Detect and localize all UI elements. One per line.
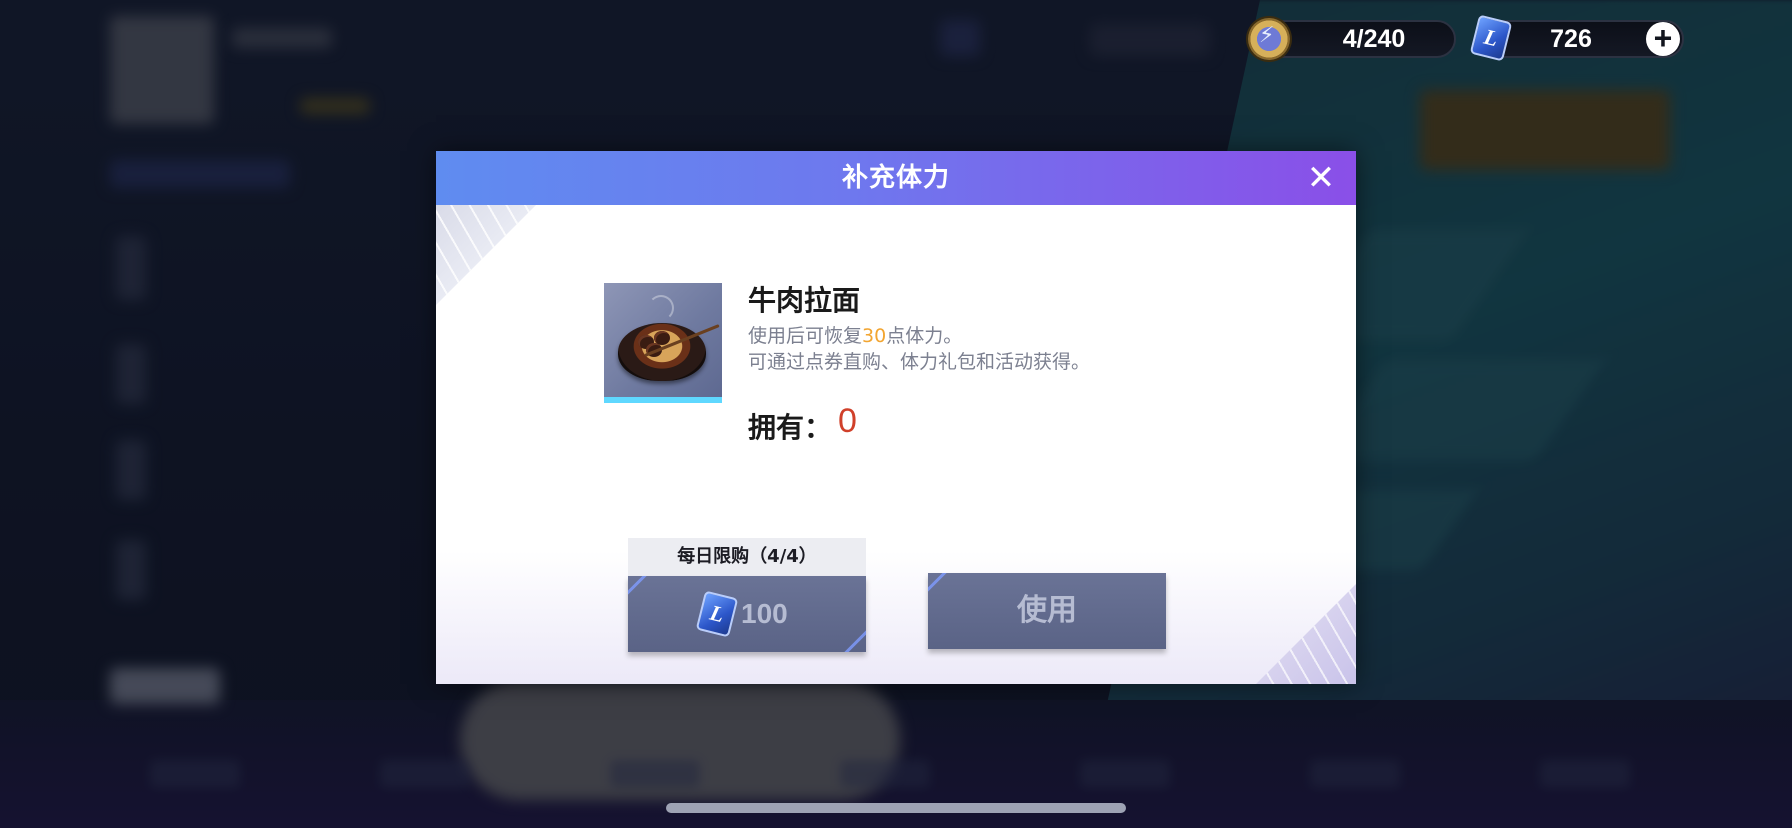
use-button-label: 使用 — [1017, 593, 1077, 628]
corner-decoration-pattern — [436, 205, 536, 305]
ticket-icon: L — [695, 590, 739, 638]
stamina-value: 4/240 — [1342, 25, 1406, 53]
use-button[interactable]: 使用 — [928, 573, 1166, 649]
plus-icon: + — [1653, 20, 1673, 56]
daily-limit-label: 每日限购（4/4） — [628, 538, 866, 576]
item-rarity-bar — [604, 397, 722, 403]
buy-button[interactable]: L 100 — [628, 576, 866, 652]
item-description: 使用后可恢复30点体力。 可通过点券直购、体力礼包和活动获得。 — [748, 323, 1090, 375]
restore-amount: 30 — [862, 325, 887, 347]
dialog-bottom-gradient — [436, 551, 1356, 684]
stamina-bolt-icon — [1248, 18, 1290, 60]
item-name: 牛肉拉面 — [748, 284, 861, 317]
item-description-line-1: 使用后可恢复30点体力。 — [748, 323, 1090, 349]
steam-graphic — [648, 295, 674, 321]
close-button[interactable]: ✕ — [1304, 161, 1338, 196]
button-stripe — [628, 576, 666, 607]
close-icon: ✕ — [1306, 158, 1336, 198]
buy-price: 100 — [741, 598, 788, 629]
add-tickets-button[interactable]: + — [1646, 22, 1680, 56]
dialog-title: 补充体力 — [841, 163, 950, 193]
owned-count: 0 — [838, 402, 857, 440]
desc-prefix: 使用后可恢复 — [748, 325, 863, 347]
owned-label: 拥有： — [748, 411, 833, 444]
button-stripe — [825, 621, 866, 652]
beef-ramen-icon — [604, 283, 722, 403]
item-description-line-2: 可通过点券直购、体力礼包和活动获得。 — [748, 351, 1091, 373]
desc-suffix: 点体力。 — [886, 325, 963, 347]
ticket-value: 726 — [1550, 25, 1592, 53]
home-indicator[interactable] — [666, 803, 1126, 813]
refill-stamina-dialog: 补充体力 ✕ 牛肉拉面 使用后可恢复30点体力。 可通过点券直购、体力礼包和活动… — [436, 151, 1356, 684]
